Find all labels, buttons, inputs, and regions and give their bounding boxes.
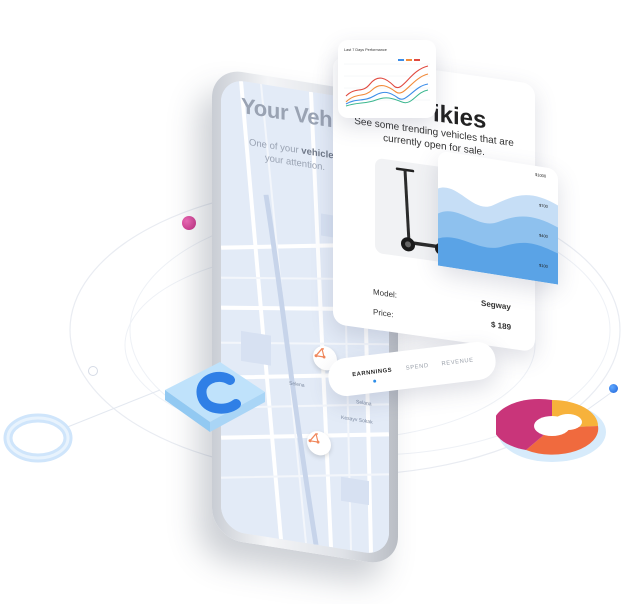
performance-card: Last 7 Days Performance [338, 40, 436, 118]
tab-revenue[interactable]: REVENUE [441, 357, 474, 367]
magenta-ball [182, 216, 196, 230]
spec-label-price: Price: [373, 307, 394, 320]
blue-dot [609, 384, 618, 393]
ring-decoration [3, 413, 73, 463]
performance-title: Last 7 Days Performance [344, 48, 387, 52]
spec-value-model: Segway [481, 298, 511, 312]
scooter-icon [314, 348, 326, 359]
c-logo-tile [165, 362, 265, 432]
active-tab-indicator [373, 379, 377, 383]
scooter-icon [308, 433, 320, 444]
performance-line-chart [344, 63, 430, 107]
spec-label-model: Model: [373, 287, 398, 300]
small-ring-dot [88, 366, 98, 376]
tab-spend[interactable]: SPEND [406, 363, 430, 372]
price-tick: $1000 [535, 171, 547, 179]
pie-decoration [496, 398, 606, 462]
price-area-card: $1000 $700 $400 $100 [438, 150, 558, 285]
spec-value-price: $ 189 [491, 320, 512, 332]
tab-earnings[interactable]: EARNNINGS [352, 367, 393, 378]
